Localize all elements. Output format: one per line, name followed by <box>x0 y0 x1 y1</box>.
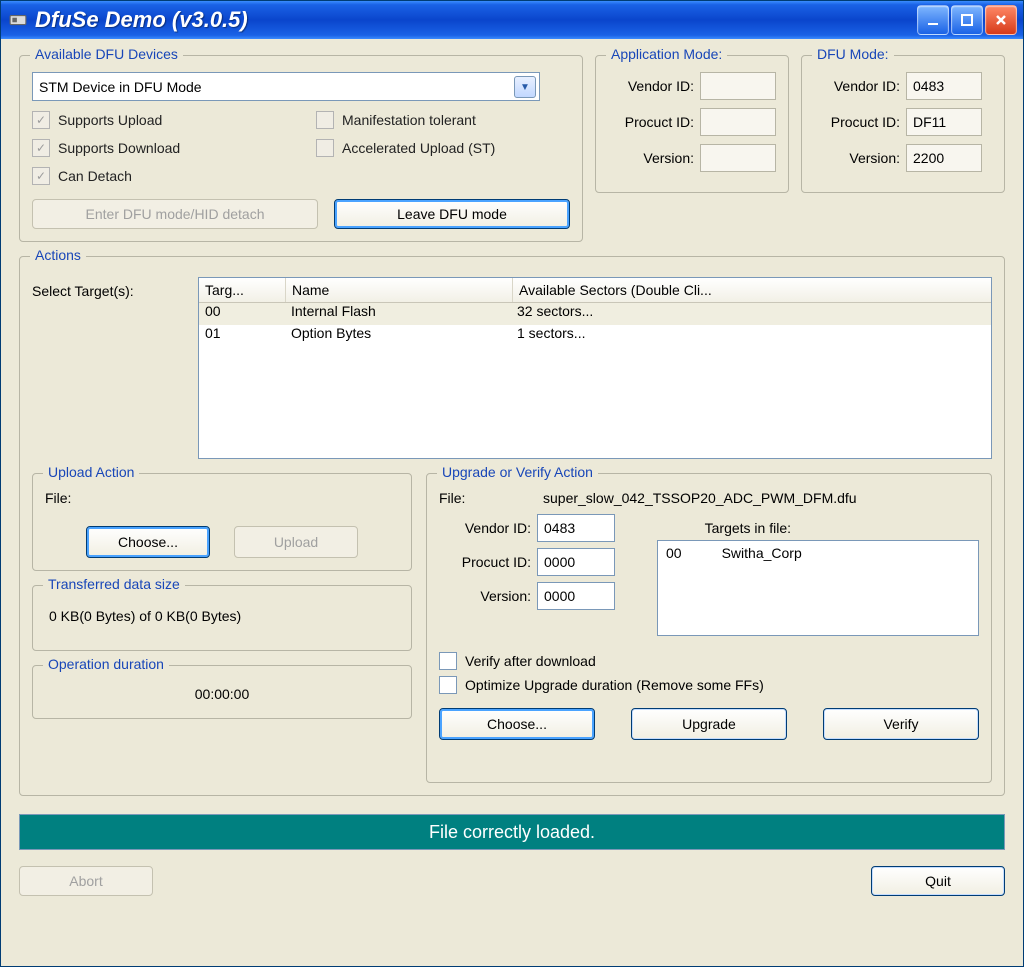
minimize-button[interactable] <box>917 5 949 35</box>
status-bar: File correctly loaded. <box>19 814 1005 850</box>
label-verify-after: Verify after download <box>465 653 596 669</box>
legend-duration: Operation duration <box>43 656 169 672</box>
label-select-targets: Select Target(s): <box>32 277 182 459</box>
group-actions: Actions Select Target(s): Targ... Name A… <box>19 256 1005 796</box>
enter-dfu-button: Enter DFU mode/HID detach <box>32 199 318 229</box>
group-upload-action: Upload Action File: Choose... Upload <box>32 473 412 571</box>
duration-text: 00:00:00 <box>45 682 399 706</box>
checkbox-can-detach: ✓ <box>32 167 50 185</box>
label-dfu-vendor: Vendor ID: <box>814 78 900 94</box>
close-button[interactable] <box>985 5 1017 35</box>
window-title: DfuSe Demo (v3.0.5) <box>35 7 917 33</box>
transferred-text: 0 KB(0 Bytes) of 0 KB(0 Bytes) <box>45 602 399 638</box>
value-upgrade-file: super_slow_042_TSSOP20_ADC_PWM_DFM.dfu <box>543 490 857 506</box>
value-upgrade-product: 0000 <box>537 548 615 576</box>
value-dfu-product: DF11 <box>906 108 982 136</box>
upgrade-button[interactable]: Upgrade <box>631 708 787 740</box>
quit-button[interactable]: Quit <box>871 866 1005 896</box>
label-dfu-version: Version: <box>814 150 900 166</box>
group-transferred: Transferred data size 0 KB(0 Bytes) of 0… <box>32 585 412 651</box>
label-upload-file: File: <box>45 490 399 506</box>
app-icon <box>9 11 27 29</box>
group-duration: Operation duration 00:00:00 <box>32 665 412 719</box>
value-app-version <box>700 144 776 172</box>
col-target-id[interactable]: Targ... <box>199 278 286 302</box>
device-select[interactable]: STM Device in DFU Mode ▼ <box>32 72 540 101</box>
upload-choose-button[interactable]: Choose... <box>86 526 210 558</box>
checkbox-optimize[interactable] <box>439 676 457 694</box>
value-upgrade-vendor: 0483 <box>537 514 615 542</box>
abort-button: Abort <box>19 866 153 896</box>
legend-upgrade-action: Upgrade or Verify Action <box>437 464 598 480</box>
chevron-down-icon: ▼ <box>514 76 536 98</box>
label-upgrade-file: File: <box>439 490 531 506</box>
value-dfu-version: 2200 <box>906 144 982 172</box>
checkbox-accel-upload <box>316 139 334 157</box>
window-controls <box>917 5 1017 35</box>
label-optimize: Optimize Upgrade duration (Remove some F… <box>465 677 764 693</box>
label-targets-in-file: Targets in file: <box>705 520 791 536</box>
group-dfu-mode: DFU Mode: Vendor ID:0483 Procuct ID:DF11… <box>801 55 1005 193</box>
label-supports-upload: Supports Upload <box>58 112 162 128</box>
legend-actions: Actions <box>30 247 86 263</box>
label-app-vendor: Vendor ID: <box>608 78 694 94</box>
titlebar: DfuSe Demo (v3.0.5) <box>1 1 1023 39</box>
value-dfu-vendor: 0483 <box>906 72 982 100</box>
target-list-row[interactable]: 00 Internal Flash 32 sectors... <box>199 303 991 325</box>
target-list-row[interactable]: 01 Option Bytes 1 sectors... <box>199 325 991 347</box>
group-dfu-devices: Available DFU Devices STM Device in DFU … <box>19 55 583 242</box>
checkbox-verify-after[interactable] <box>439 652 457 670</box>
value-app-vendor <box>700 72 776 100</box>
targets-in-file-list[interactable]: 00 Switha_Corp <box>657 540 979 636</box>
label-app-product: Procuct ID: <box>608 114 694 130</box>
group-upgrade-action: Upgrade or Verify Action File: super_slo… <box>426 473 992 783</box>
checkbox-manifest-tolerant <box>316 111 334 129</box>
upload-button: Upload <box>234 526 358 558</box>
group-app-mode: Application Mode: Vendor ID: Procuct ID:… <box>595 55 789 193</box>
label-upgrade-vendor: Vendor ID: <box>439 520 531 536</box>
upgrade-choose-button[interactable]: Choose... <box>439 708 595 740</box>
leave-dfu-button[interactable]: Leave DFU mode <box>334 199 570 229</box>
col-target-name[interactable]: Name <box>286 278 513 302</box>
legend-transferred: Transferred data size <box>43 576 185 592</box>
col-target-sectors[interactable]: Available Sectors (Double Cli... <box>513 278 991 302</box>
label-upgrade-product: Procuct ID: <box>439 554 531 570</box>
checkbox-supports-download: ✓ <box>32 139 50 157</box>
verify-button[interactable]: Verify <box>823 708 979 740</box>
label-accel-upload: Accelerated Upload (ST) <box>342 140 495 156</box>
checkbox-supports-upload: ✓ <box>32 111 50 129</box>
legend-upload-action: Upload Action <box>43 464 139 480</box>
device-select-value: STM Device in DFU Mode <box>39 79 202 95</box>
label-app-version: Version: <box>608 150 694 166</box>
legend-app-mode: Application Mode: <box>606 46 727 62</box>
client-area: Available DFU Devices STM Device in DFU … <box>1 39 1023 910</box>
status-text: File correctly loaded. <box>429 822 595 843</box>
value-app-product <box>700 108 776 136</box>
label-supports-download: Supports Download <box>58 140 180 156</box>
legend-dfu-devices: Available DFU Devices <box>30 46 183 62</box>
value-upgrade-version: 0000 <box>537 582 615 610</box>
target-list[interactable]: Targ... Name Available Sectors (Double C… <box>198 277 992 459</box>
label-manifest-tolerant: Manifestation tolerant <box>342 112 476 128</box>
app-window: DfuSe Demo (v3.0.5) Available DFU Device… <box>0 0 1024 967</box>
legend-dfu-mode: DFU Mode: <box>812 46 894 62</box>
label-can-detach: Can Detach <box>58 168 132 184</box>
maximize-button[interactable] <box>951 5 983 35</box>
label-upgrade-version: Version: <box>439 588 531 604</box>
label-dfu-product: Procuct ID: <box>814 114 900 130</box>
target-list-header: Targ... Name Available Sectors (Double C… <box>199 278 991 303</box>
